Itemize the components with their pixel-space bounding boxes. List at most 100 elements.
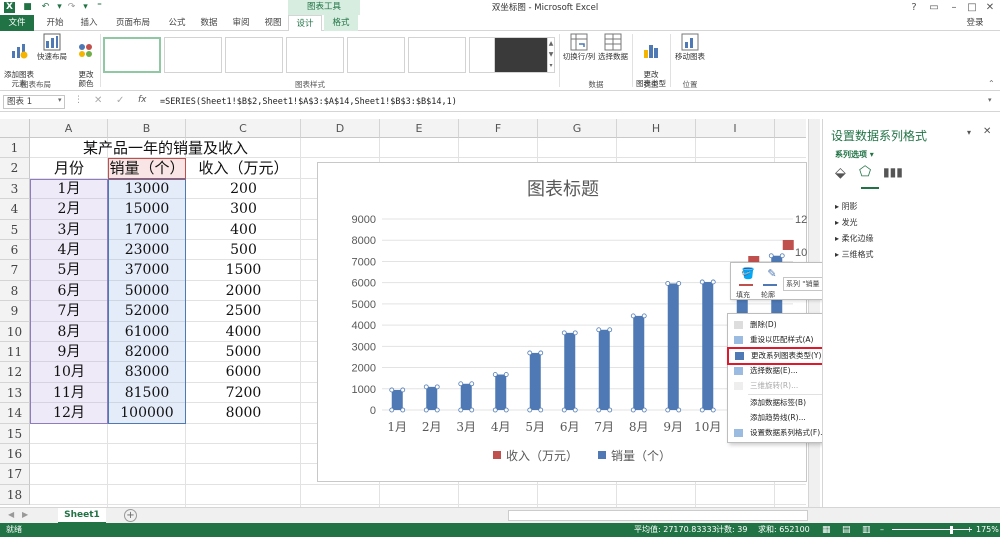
tab-page-layout[interactable]: 页面布局 [108,15,158,31]
tab-format[interactable]: 格式 [324,15,358,31]
data-cell[interactable]: 83000 [108,362,186,382]
chart-style-8[interactable] [494,37,548,73]
tab-design[interactable]: 设计 [288,15,322,32]
row-header[interactable]: 9 [0,301,30,322]
section-shadow[interactable]: ▸ 阴影 [835,201,858,212]
pane-close-icon[interactable]: ✕ [983,126,991,137]
outline-icon[interactable]: ✎ [761,267,783,283]
row-header[interactable]: 13 [0,382,30,404]
chart-style-4[interactable] [286,37,344,73]
select-data-button[interactable]: 选择数据 [596,33,630,61]
select-all-corner[interactable] [0,119,30,138]
formula-input[interactable]: =SERIES(Sheet1!$B$2,Sheet1!$A$3:$A$14,Sh… [160,95,990,109]
section-glow[interactable]: ▸ 发光 [835,217,858,228]
data-cell[interactable]: 10月 [30,362,108,382]
sales-bar[interactable] [529,352,541,410]
row-header[interactable]: 5 [0,219,30,240]
data-cell[interactable]: 6月 [30,281,108,301]
chart-style-3[interactable] [225,37,283,73]
tab-data[interactable]: 数据 [194,15,224,31]
sales-bar[interactable] [426,386,438,410]
row-header[interactable]: 3 [0,178,30,200]
data-cell[interactable]: 3月 [30,220,108,240]
fill-line-icon[interactable]: ⬙ [835,165,846,181]
column-header[interactable]: E [380,119,459,138]
sales-bar[interactable] [495,374,507,410]
data-cell[interactable]: 5月 [30,260,108,280]
collapse-ribbon-icon[interactable]: ⌃ [988,79,995,88]
next-sheet-icon[interactable]: ▶ [22,510,28,519]
data-cell[interactable]: 9月 [30,342,108,362]
chart-style-5[interactable] [347,37,405,73]
data-cell[interactable]: 400 [186,220,301,240]
insert-function-icon[interactable]: fx [138,95,147,105]
page-layout-view-icon[interactable]: ▤ [842,523,851,537]
tab-insert[interactable]: 插入 [74,15,104,31]
row-header[interactable]: 15 [0,423,30,444]
data-cell[interactable]: 5000 [186,342,301,362]
data-cell[interactable]: 2500 [186,301,301,321]
prev-sheet-icon[interactable]: ◀ [8,510,14,519]
data-cell[interactable]: 61000 [108,322,186,342]
fill-icon[interactable]: 🪣 [737,267,759,283]
column-header[interactable]: B [108,119,186,138]
column-header[interactable]: C [186,119,301,138]
maximize-icon[interactable]: □ [962,1,982,14]
zoom-slider-thumb[interactable] [950,526,953,534]
chart-style-1[interactable] [103,37,161,73]
cancel-icon[interactable]: ✕ [94,95,102,106]
row-header[interactable]: 4 [0,199,30,220]
row-header[interactable]: 1 [0,138,30,159]
tab-review[interactable]: 审阅 [226,15,256,31]
data-cell[interactable]: 7月 [30,301,108,321]
row-header[interactable]: 18 [0,484,30,506]
column-header[interactable]: D [301,119,380,138]
data-cell[interactable]: 52000 [108,301,186,321]
data-cell[interactable]: 500 [186,240,301,260]
data-cell[interactable]: 100000 [108,403,186,423]
row-header[interactable]: 6 [0,240,30,261]
data-cell[interactable]: 7200 [186,383,301,403]
change-colors-button[interactable]: 更改 颜色 [72,33,100,88]
data-cell[interactable]: 82000 [108,342,186,362]
sales-bar[interactable] [598,329,610,410]
close-icon[interactable]: ✕ [980,1,1000,14]
enter-icon[interactable]: ✓ [116,95,124,106]
data-cell[interactable]: 11月 [30,383,108,403]
data-cell[interactable]: 13000 [108,179,186,199]
header-cell[interactable]: 收入（万元） [186,158,301,178]
name-box-dropdown-icon[interactable]: ▾ [58,96,62,104]
row-header[interactable]: 12 [0,362,30,383]
tab-formulas[interactable]: 公式 [162,15,192,31]
zoom-level[interactable]: 175% [976,523,999,537]
tab-home[interactable]: 开始 [40,15,70,31]
series-options-icon[interactable]: ▮▮▮ [883,165,903,179]
ribbon-display-icon[interactable]: ▭ [924,1,944,14]
data-cell[interactable]: 1月 [30,179,108,199]
style-gallery-scroll[interactable]: ▲ ▼ ▾ [547,37,555,73]
row-header[interactable]: 2 [0,158,30,179]
redo-dropdown-icon[interactable]: ▾ [80,2,91,13]
column-header[interactable]: G [538,119,617,138]
expand-formula-bar-icon[interactable]: ▾ [988,96,992,104]
undo-icon[interactable]: ↶ [40,2,51,13]
header-cell[interactable]: 月份 [30,158,108,178]
pane-options-dropdown-icon[interactable]: ▾ [967,128,971,137]
column-header[interactable]: F [459,119,538,138]
horizontal-scrollbar[interactable] [508,510,808,521]
column-header[interactable]: A [30,119,108,138]
sales-bar[interactable] [391,389,403,410]
chart-style-2[interactable] [164,37,222,73]
data-cell[interactable]: 4月 [30,240,108,260]
data-cell[interactable]: 81500 [108,383,186,403]
data-cell[interactable]: 2000 [186,281,301,301]
move-chart-button[interactable]: 移动图表 [673,33,707,61]
customize-qat-icon[interactable]: ⁼ [94,2,105,13]
row-header[interactable]: 10 [0,321,30,342]
normal-view-icon[interactable]: ▦ [822,523,831,537]
data-cell[interactable]: 37000 [108,260,186,280]
sales-bar[interactable] [564,332,576,410]
row-header[interactable]: 17 [0,464,30,485]
data-cell[interactable]: 8000 [186,403,301,423]
data-cell[interactable]: 4000 [186,322,301,342]
